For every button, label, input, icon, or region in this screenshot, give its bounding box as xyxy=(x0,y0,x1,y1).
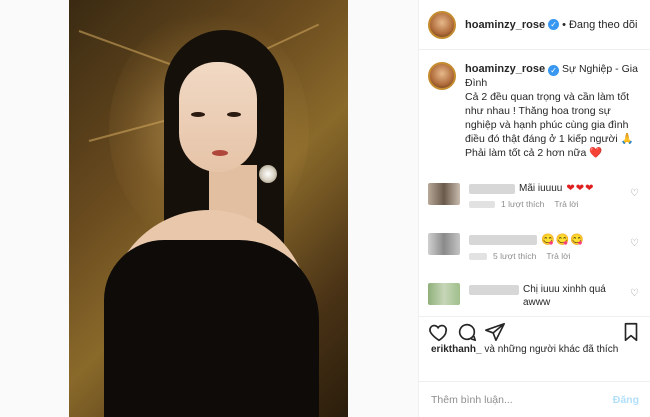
photo-earring xyxy=(259,165,277,183)
comment-meta: 1 lượt thích Trả lời xyxy=(469,199,619,209)
comment-line: 😋😋😋 xyxy=(469,233,619,246)
share-icon[interactable] xyxy=(484,321,506,343)
post-comment-button[interactable]: Đăng xyxy=(613,394,639,406)
comment-meta: 5 lượt thích Trả lời xyxy=(469,251,619,261)
like-heart-icon[interactable] xyxy=(428,321,450,343)
instagram-post: hoaminzy_rose ✓ • Đang theo dõi hoaminzy… xyxy=(0,0,650,417)
separator-dot: • xyxy=(562,18,566,31)
author-username[interactable]: hoaminzy_rose xyxy=(465,19,545,31)
comment-time-redacted xyxy=(469,252,487,260)
comment-time-redacted xyxy=(469,200,495,208)
post-caption: hoaminzy_rose ✓ Sự Nghiệp - Gia Đình Cả 2… xyxy=(428,62,646,160)
comment-reply-button[interactable]: Trả lời xyxy=(546,251,570,261)
verified-badge-icon: ✓ xyxy=(548,65,560,76)
comment-text: Chị iuuu xinhh quá awww xyxy=(523,284,606,308)
add-comment-bar: Đăng xyxy=(419,381,650,417)
comment-like-count[interactable]: 5 lượt thích xyxy=(493,251,536,261)
caption-body: Cả 2 đều quan trọng và cần làm tốt như n… xyxy=(465,90,645,160)
photo-pane xyxy=(0,0,418,417)
comment-like-heart-icon[interactable]: ♡ xyxy=(630,289,640,299)
bookmark-icon[interactable] xyxy=(620,321,642,343)
comment-line: Mãi iuuuu ❤❤❤ xyxy=(469,183,619,194)
photo-lips xyxy=(212,150,228,156)
caption-text: hoaminzy_rose ✓ Sự Nghiệp - Gia Đình Cả 2… xyxy=(465,62,645,160)
comment-like-heart-icon[interactable]: ♡ xyxy=(630,189,640,199)
comment-body: Mãi iuuuu ❤❤❤ 1 lượt thích Trả lời xyxy=(469,183,619,209)
comment-reply-button[interactable]: Trả lời xyxy=(554,199,578,209)
caption-author-avatar[interactable] xyxy=(428,62,456,90)
commenter-name-redacted xyxy=(469,285,519,295)
liked-by-user[interactable]: erikthanh_ xyxy=(431,344,482,355)
commenter-avatar[interactable] xyxy=(428,233,460,255)
commenter-name-redacted xyxy=(469,234,537,245)
commenter-name-redacted xyxy=(469,183,515,194)
comment-body: Chị iuuu xinhh quá awww xyxy=(469,283,619,309)
caption-line: Phải làm tốt cả 2 hơn nữa ❤️ xyxy=(465,147,603,159)
caption-author-username[interactable]: hoaminzy_rose xyxy=(465,63,545,75)
comment-like-heart-icon[interactable]: ♡ xyxy=(630,239,640,249)
verified-badge-icon: ✓ xyxy=(548,19,560,30)
photo-eye xyxy=(227,112,241,117)
post-header: hoaminzy_rose ✓ • Đang theo dõi xyxy=(419,0,650,50)
post-sidebar: hoaminzy_rose ✓ • Đang theo dõi hoaminzy… xyxy=(418,0,650,417)
liked-by-rest[interactable]: và những người khác đã thích xyxy=(482,344,618,355)
likes-summary: erikthanh_ và những người khác đã thích xyxy=(431,344,618,355)
comment: Mãi iuuuu ❤❤❤ 1 lượt thích Trả lời ♡ xyxy=(428,183,646,209)
commenter-avatar[interactable] xyxy=(428,183,460,205)
caption-line: Cả 2 đều quan trọng và cần làm tốt như n… xyxy=(465,91,634,145)
post-photo[interactable] xyxy=(69,0,348,417)
comment: 😋😋😋 5 lượt thích Trả lời ♡ xyxy=(428,233,646,261)
comment-body: 😋😋😋 5 lượt thích Trả lời xyxy=(469,233,619,261)
comment-text: Mãi iuuuu xyxy=(519,183,563,194)
author-avatar[interactable] xyxy=(428,10,456,39)
comment-icon[interactable] xyxy=(456,321,478,343)
comment-like-count[interactable]: 1 lượt thích xyxy=(501,199,544,209)
comment-emoji: 😋😋😋 xyxy=(541,234,586,246)
add-comment-input[interactable] xyxy=(431,393,601,406)
comment-line: Chị iuuu xinhh quá awww xyxy=(469,283,619,309)
comment: Chị iuuu xinhh quá awww ♡ xyxy=(428,283,646,309)
comment-emoji: ❤❤❤ xyxy=(566,183,595,194)
follow-state-button[interactable]: Đang theo dõi xyxy=(569,19,638,31)
photo-eye xyxy=(191,112,205,117)
commenter-avatar[interactable] xyxy=(428,283,460,305)
photo-dress xyxy=(104,240,319,417)
